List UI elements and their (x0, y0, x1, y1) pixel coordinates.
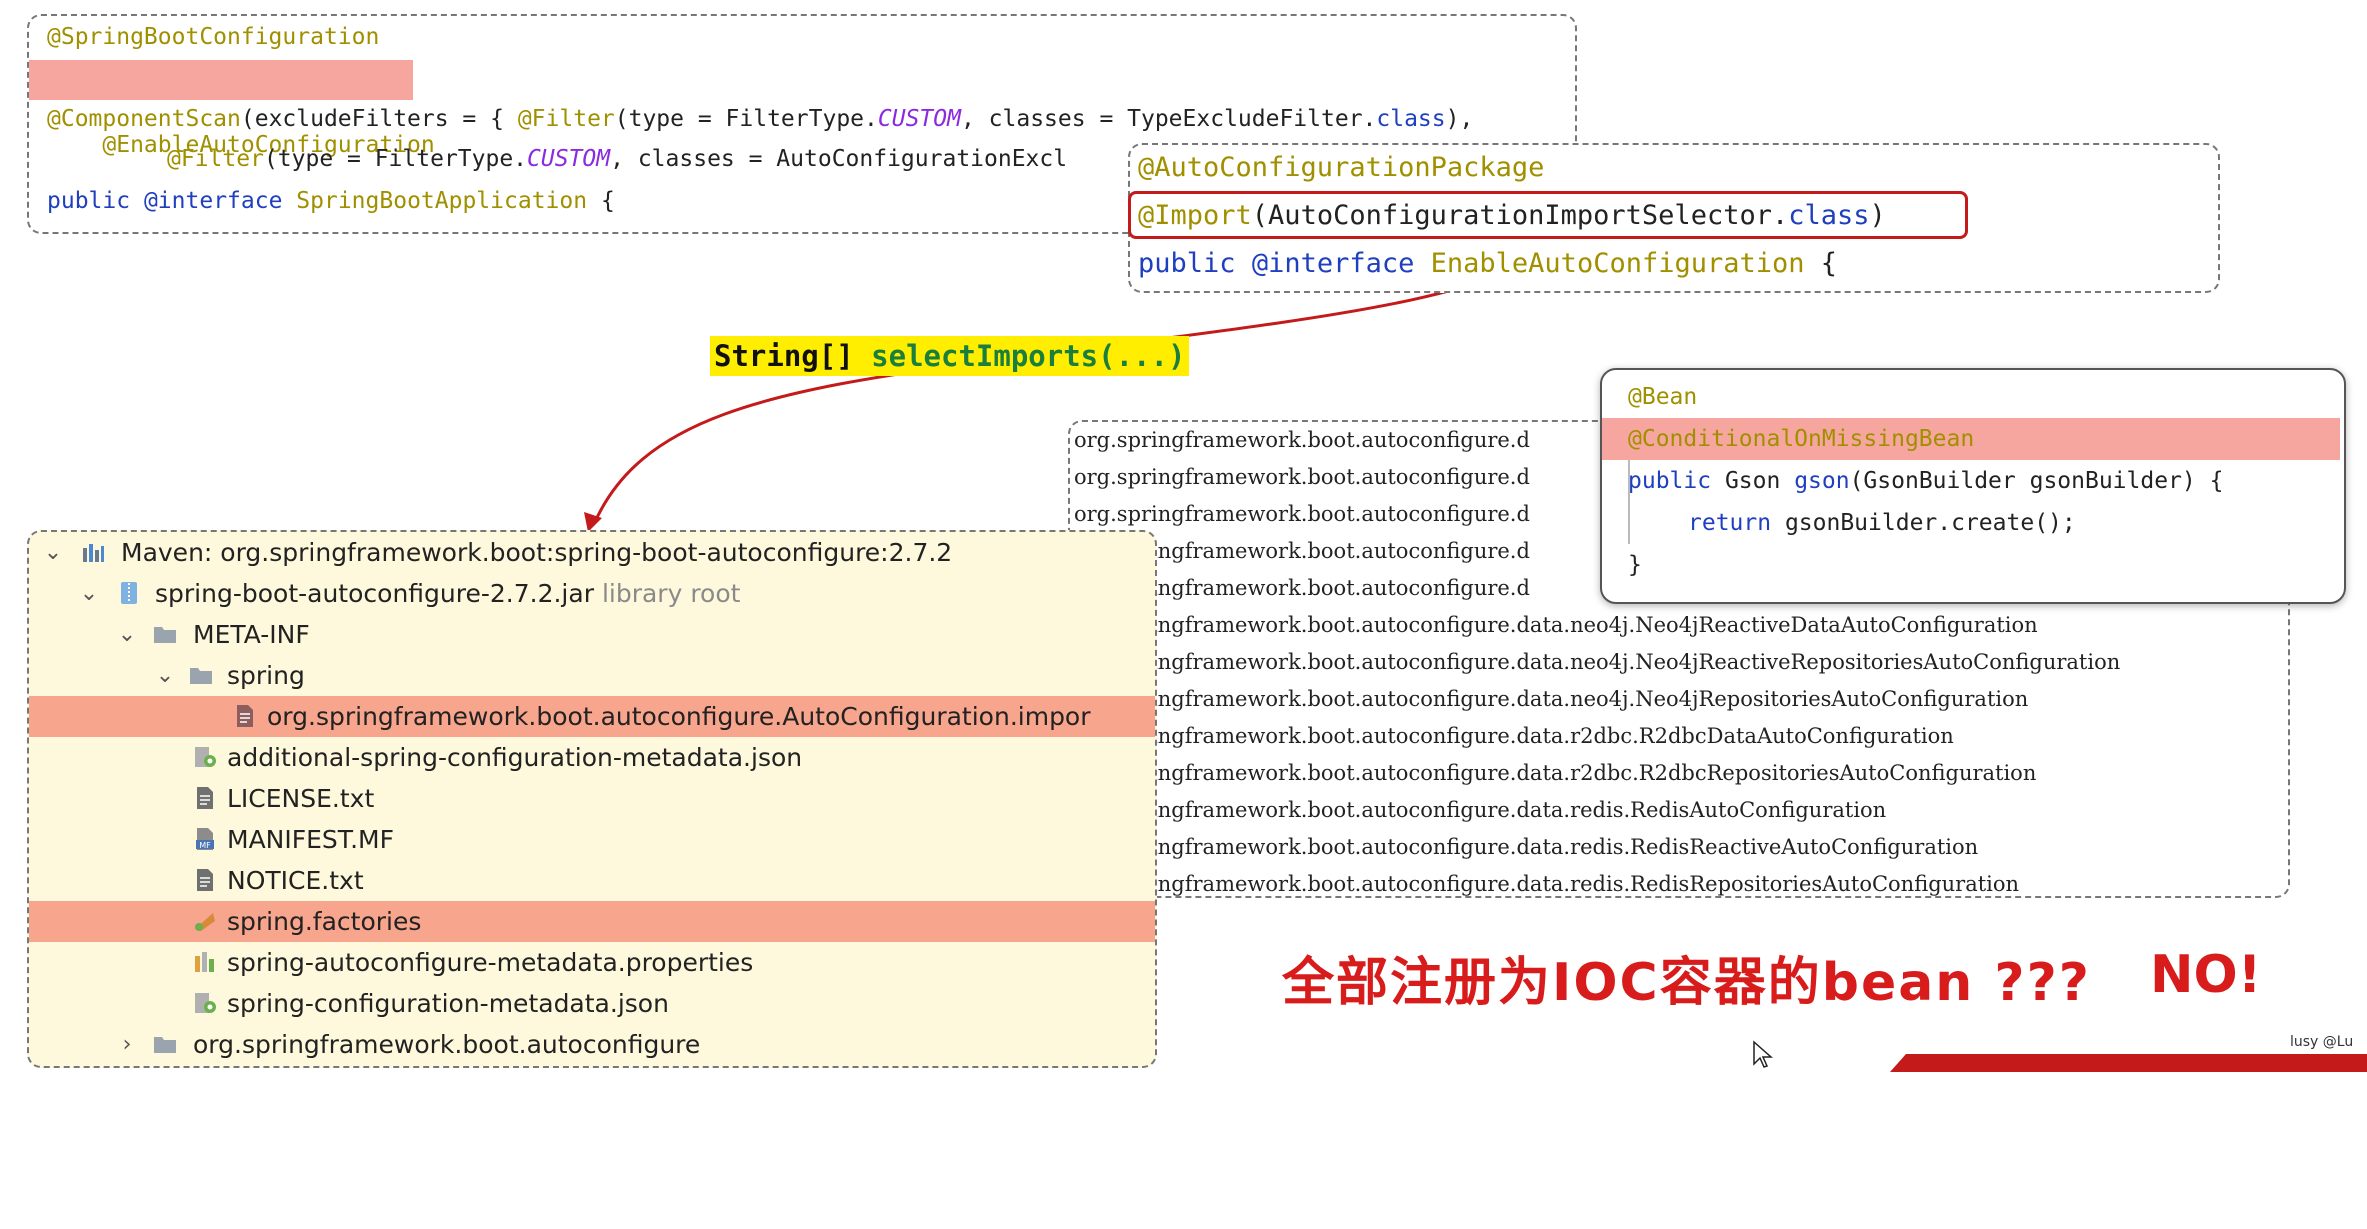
interface-declaration-line: public @interface SpringBootApplication … (47, 188, 615, 214)
tree-item-label: org.springframework.boot.autoconfigure.A… (267, 702, 1091, 731)
tree-item-autoconfiguration-imports[interactable]: org.springframework.boot.autoconfigure.A… (29, 696, 1155, 737)
tree-item-label: spring.factories (227, 907, 422, 936)
tree-item-label: spring (227, 661, 305, 690)
tree-item-meta-inf[interactable]: ⌄ META-INF (29, 614, 1155, 655)
tree-item-label: additional-spring-configuration-metadata… (227, 743, 803, 772)
return-line: return gsonBuilder.create(); (1688, 510, 2076, 536)
list-item: org.springframework.boot.autoconfigure.d… (1074, 835, 1979, 859)
no-answer: NO! (2150, 945, 2262, 1005)
tree-item-spring-factories[interactable]: spring.factories (29, 901, 1155, 942)
list-item: org.springframework.boot.autoconfigure.d… (1074, 872, 2020, 896)
tree-item-label: META-INF (193, 620, 310, 649)
select-imports-label: String[] selectImports(...) (710, 336, 1190, 376)
manifest-file-icon: MF (196, 828, 214, 850)
maven-library-icon (83, 544, 104, 562)
text-file-icon (197, 787, 213, 809)
tree-item-jar[interactable]: ⌄ spring-boot-autoconfigure-2.7.2.jar li… (29, 573, 1155, 614)
list-item: org.springframework.boot.autoconfigure.d (1074, 428, 1530, 452)
chevron-down-icon[interactable]: ⌄ (155, 655, 175, 696)
list-item: org.springframework.boot.autoconfigure.d… (1074, 761, 2037, 785)
chevron-down-icon[interactable]: ⌄ (43, 532, 63, 573)
gson-bean-code-popup: @Bean @ConditionalOnMissingBean public G… (1600, 368, 2346, 604)
tree-item-license[interactable]: LICENSE.txt (29, 778, 1155, 819)
spring-config-file-icon (195, 747, 216, 767)
chevron-down-icon[interactable]: ⌄ (79, 573, 99, 614)
tree-item-maven-library[interactable]: ⌄ Maven: org.springframework.boot:spring… (29, 532, 1155, 573)
tree-item-label: org.springframework.boot.autoconfigure (193, 1030, 701, 1059)
mouse-cursor-icon (1753, 1040, 1773, 1068)
bottom-banner (1890, 1054, 2367, 1072)
list-item: org.springframework.boot.autoconfigure.d (1074, 465, 1530, 489)
folder-icon (190, 668, 212, 684)
file-icon (237, 705, 253, 727)
tree-item-label: spring-autoconfigure-metadata.properties (227, 948, 754, 977)
tree-item-manifest[interactable]: MF MANIFEST.MF (29, 819, 1155, 860)
tree-item-spring-folder[interactable]: ⌄ spring (29, 655, 1155, 696)
list-item: org.springframework.boot.autoconfigure.d… (1074, 650, 2121, 674)
tree-item-label: spring-boot-autoconfigure-2.7.2.jar libr… (155, 579, 741, 608)
tree-item-configuration-metadata[interactable]: spring-configuration-metadata.json (29, 983, 1155, 1024)
closing-brace: } (1628, 552, 1642, 578)
registration-question: 全部注册为IOC容器的bean ??? (1282, 953, 2091, 1013)
interface-declaration-line: public @interface EnableAutoConfiguratio… (1138, 248, 1838, 279)
tree-item-notice[interactable]: NOTICE.txt (29, 860, 1155, 901)
jar-icon (121, 582, 137, 604)
tree-item-label: NOTICE.txt (227, 866, 364, 895)
code-annotation: @ConditionalOnMissingBean (1628, 426, 1975, 452)
tree-item-autoconfigure-metadata[interactable]: spring-autoconfigure-metadata.properties (29, 942, 1155, 983)
tree-item-label: Maven: org.springframework.boot:spring-b… (121, 538, 953, 567)
tree-item-package[interactable]: › org.springframework.boot.autoconfigure (29, 1024, 1155, 1065)
list-item: org.springframework.boot.autoconfigure.d… (1074, 613, 2038, 637)
list-item: org.springframework.boot.autoconfigure.d… (1074, 724, 1954, 748)
tree-item-label: spring-configuration-metadata.json (227, 989, 669, 1018)
text-file-icon (197, 869, 213, 891)
filter-line: @Filter(type = FilterType.CUSTOM, classe… (167, 146, 1068, 172)
folder-icon (154, 1037, 176, 1053)
import-highlight-frame (1128, 191, 1968, 239)
folder-icon (154, 627, 176, 643)
code-annotation: @AutoConfigurationPackage (1138, 152, 1545, 183)
list-item: org.springframework.boot.autoconfigure.d… (1074, 798, 1887, 822)
method-signature-line: public Gson gson(GsonBuilder gsonBuilder… (1628, 468, 2224, 494)
project-tree: ⌄ Maven: org.springframework.boot:spring… (27, 530, 1157, 1068)
chevron-down-icon[interactable]: ⌄ (117, 614, 137, 655)
list-item: org.springframework.boot.autoconfigure.d (1074, 502, 1530, 526)
tree-item-additional-metadata[interactable]: additional-spring-configuration-metadata… (29, 737, 1155, 778)
code-annotation: @Bean (1628, 384, 1698, 410)
enable-auto-config-line: @EnableAutoConfiguration (29, 60, 435, 158)
svg-text:MF: MF (199, 841, 211, 850)
tree-item-label: MANIFEST.MF (227, 825, 394, 854)
tree-item-label: LICENSE.txt (227, 784, 375, 813)
component-scan-line: @ComponentScan(excludeFilters = { @Filte… (47, 106, 1474, 132)
properties-file-icon (195, 952, 214, 972)
watermark-credit: lusy @Lu (2290, 1034, 2354, 1050)
list-item: org.springframework.boot.autoconfigure.d… (1074, 687, 2029, 711)
spring-config-file-icon (195, 993, 216, 1013)
code-annotation: @SpringBootConfiguration (47, 24, 380, 50)
chevron-right-icon[interactable]: › (117, 1024, 137, 1065)
spring-factories-icon (195, 913, 215, 931)
